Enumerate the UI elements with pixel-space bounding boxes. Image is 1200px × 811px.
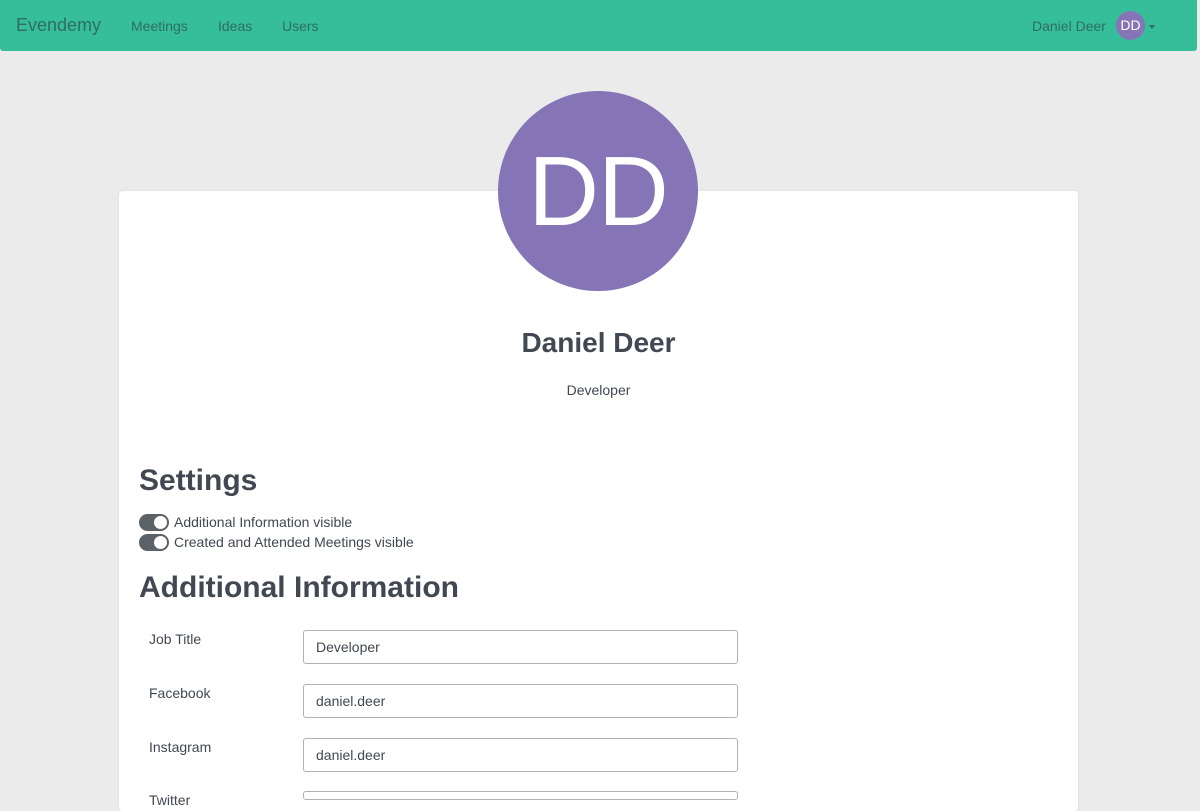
job-title-input[interactable] — [303, 630, 738, 664]
toggle-label: Additional Information visible — [174, 514, 353, 530]
user-menu-name[interactable]: Daniel Deer — [1032, 18, 1106, 34]
nav-meetings[interactable]: Meetings — [131, 18, 188, 34]
settings-heading: Settings — [139, 464, 258, 497]
facebook-label: Facebook — [149, 685, 211, 701]
twitter-input[interactable] — [303, 791, 738, 800]
toggle-additional-info[interactable]: Additional Information visible — [139, 513, 352, 531]
toggle-meetings-visible[interactable]: Created and Attended Meetings visible — [139, 533, 414, 551]
twitter-label: Twitter — [149, 792, 191, 808]
nav-users[interactable]: Users — [282, 18, 319, 34]
job-title-label: Job Title — [149, 631, 202, 647]
profile-avatar: DD — [498, 91, 698, 291]
nav-ideas[interactable]: Ideas — [218, 18, 252, 34]
switch-knob — [154, 535, 167, 549]
instagram-label: Instagram — [149, 739, 212, 755]
switch-toggle[interactable] — [139, 533, 169, 551]
switch-knob — [154, 515, 167, 529]
caret-down-icon[interactable] — [1149, 25, 1155, 29]
profile-name: Daniel Deer — [521, 327, 676, 358]
additional-info-heading: Additional Information — [139, 571, 459, 604]
top-navbar: Evendemy Meetings Ideas Users Daniel Dee… — [0, 0, 1197, 51]
brand-link[interactable]: Evendemy — [16, 15, 101, 36]
switch-toggle[interactable] — [139, 513, 169, 531]
instagram-input[interactable] — [303, 738, 738, 772]
toggle-label: Created and Attended Meetings visible — [174, 534, 414, 550]
facebook-input[interactable] — [303, 684, 738, 718]
user-menu-avatar[interactable]: DD — [1116, 11, 1145, 40]
profile-role: Developer — [566, 382, 631, 398]
